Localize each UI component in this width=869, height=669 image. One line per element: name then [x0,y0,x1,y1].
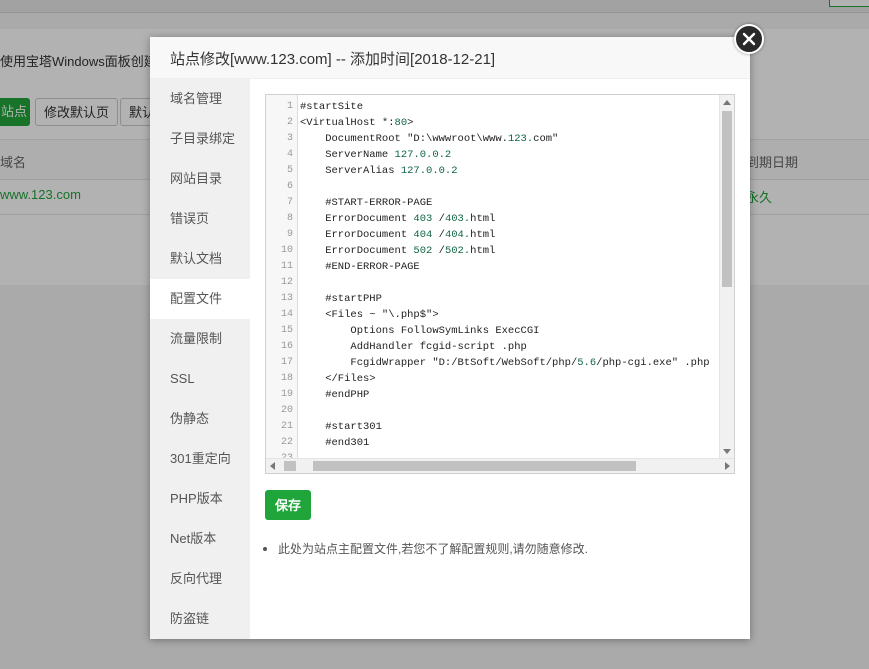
line-number: 8 [286,213,293,224]
sidebar-item[interactable]: 反向代理 [150,559,250,599]
code-line[interactable]: #startSite [300,99,363,115]
line-number: 16 [280,341,293,352]
site-edit-modal: 站点修改[www.123.com] -- 添加时间[2018-12-21] 域名… [150,37,750,639]
line-number: 4 [286,149,293,160]
line-number: 18 [280,373,293,384]
horizontal-scroll-gutter-thumb[interactable] [284,461,296,471]
line-number: 7 [286,197,293,208]
line-number: 22 [280,437,293,448]
code-line[interactable]: <Files ~ "\.php$"> [300,307,438,323]
code-line[interactable]: ErrorDocument 502 /502.html [300,243,495,259]
code-line[interactable]: #startPHP [300,291,382,307]
sidebar-item[interactable]: Net版本 [150,519,250,559]
scroll-left-icon[interactable] [270,462,275,470]
scroll-down-icon[interactable] [723,449,731,454]
line-number: 21 [280,421,293,432]
line-number-gutter: 1234567891011121314151617181920212223 [266,95,298,464]
line-number: 9 [286,229,293,240]
line-number: 6 [286,181,293,192]
sidebar-item[interactable]: SSL [150,359,250,399]
sidebar-item[interactable]: 子目录绑定 [150,119,250,159]
line-number: 5 [286,165,293,176]
config-code-editor[interactable]: 1234567891011121314151617181920212223 #s… [265,94,735,474]
close-x-glyph [742,32,756,46]
code-line[interactable]: ErrorDocument 403 /403.html [300,211,495,227]
code-line[interactable]: </Files> [300,371,375,387]
sidebar-item[interactable]: 301重定向 [150,439,250,479]
line-number: 14 [280,309,293,320]
code-line[interactable]: ServerName 127.0.0.2 [300,147,451,163]
line-number: 2 [286,117,293,128]
code-line[interactable]: Options FollowSymLinks ExecCGI [300,323,539,339]
line-number: 20 [280,405,293,416]
modal-title: 站点修改[www.123.com] -- 添加时间[2018-12-21] [170,51,496,68]
line-number: 13 [280,293,293,304]
close-icon[interactable] [734,24,764,54]
code-line[interactable]: <VirtualHost *:80> [300,115,413,131]
vertical-scroll-thumb[interactable] [722,111,732,287]
tip-text: 此处为站点主配置文件,若您不了解配置规则,请勿随意修改. [278,542,589,556]
sidebar-item[interactable]: 错误页 [150,199,250,239]
line-number: 12 [280,277,293,288]
code-line[interactable]: AddHandler fcgid-script .php [300,339,526,355]
bullet-icon [263,546,267,551]
code-line[interactable]: DocumentRoot "D:\wwwroot\www.123.com" [300,131,558,147]
line-number: 10 [280,245,293,256]
code-line[interactable]: ErrorDocument 404 /404.html [300,227,495,243]
line-number: 19 [280,389,293,400]
scroll-up-icon[interactable] [723,100,731,105]
code-line[interactable]: #END-ERROR-PAGE [300,259,420,275]
code-line[interactable]: FcgidWrapper "D:/BtSoft/WebSoft/php/5.6/… [300,355,709,371]
vertical-scrollbar[interactable] [719,95,734,459]
sidebar-item[interactable]: 域名管理 [150,79,250,119]
line-number: 1 [286,101,293,112]
sidebar-item[interactable]: 流量限制 [150,319,250,359]
sidebar-item[interactable]: 默认文档 [150,239,250,279]
sidebar-item[interactable]: 防盗链 [150,599,250,639]
horizontal-scrollbar[interactable] [266,458,734,473]
code-line[interactable]: #end301 [300,435,369,451]
horizontal-scroll-thumb[interactable] [313,461,636,471]
sidebar-item[interactable]: 配置文件 [150,279,250,319]
code-line[interactable]: ServerAlias 127.0.0.2 [300,163,457,179]
line-number: 11 [280,261,293,272]
line-number: 15 [280,325,293,336]
line-number: 3 [286,133,293,144]
save-button[interactable]: 保存 [265,490,311,520]
line-number: 17 [280,357,293,368]
sidebar-item[interactable]: 伪静态 [150,399,250,439]
scroll-right-icon[interactable] [725,462,730,470]
modal-header: 站点修改[www.123.com] -- 添加时间[2018-12-21] [150,37,750,79]
code-line[interactable]: #endPHP [300,387,369,403]
settings-sidebar: 域名管理 子目录绑定 网站目录 错误页 默认文档 配置文件 流量限制 SSL 伪静态 301重定向… [150,79,250,639]
config-tip: 此处为站点主配置文件,若您不了解配置规则,请勿随意修改. [263,540,588,557]
sidebar-item[interactable]: PHP版本 [150,479,250,519]
sidebar-item[interactable]: 网站目录 [150,159,250,199]
code-line[interactable]: #start301 [300,419,382,435]
code-line[interactable]: #START-ERROR-PAGE [300,195,432,211]
